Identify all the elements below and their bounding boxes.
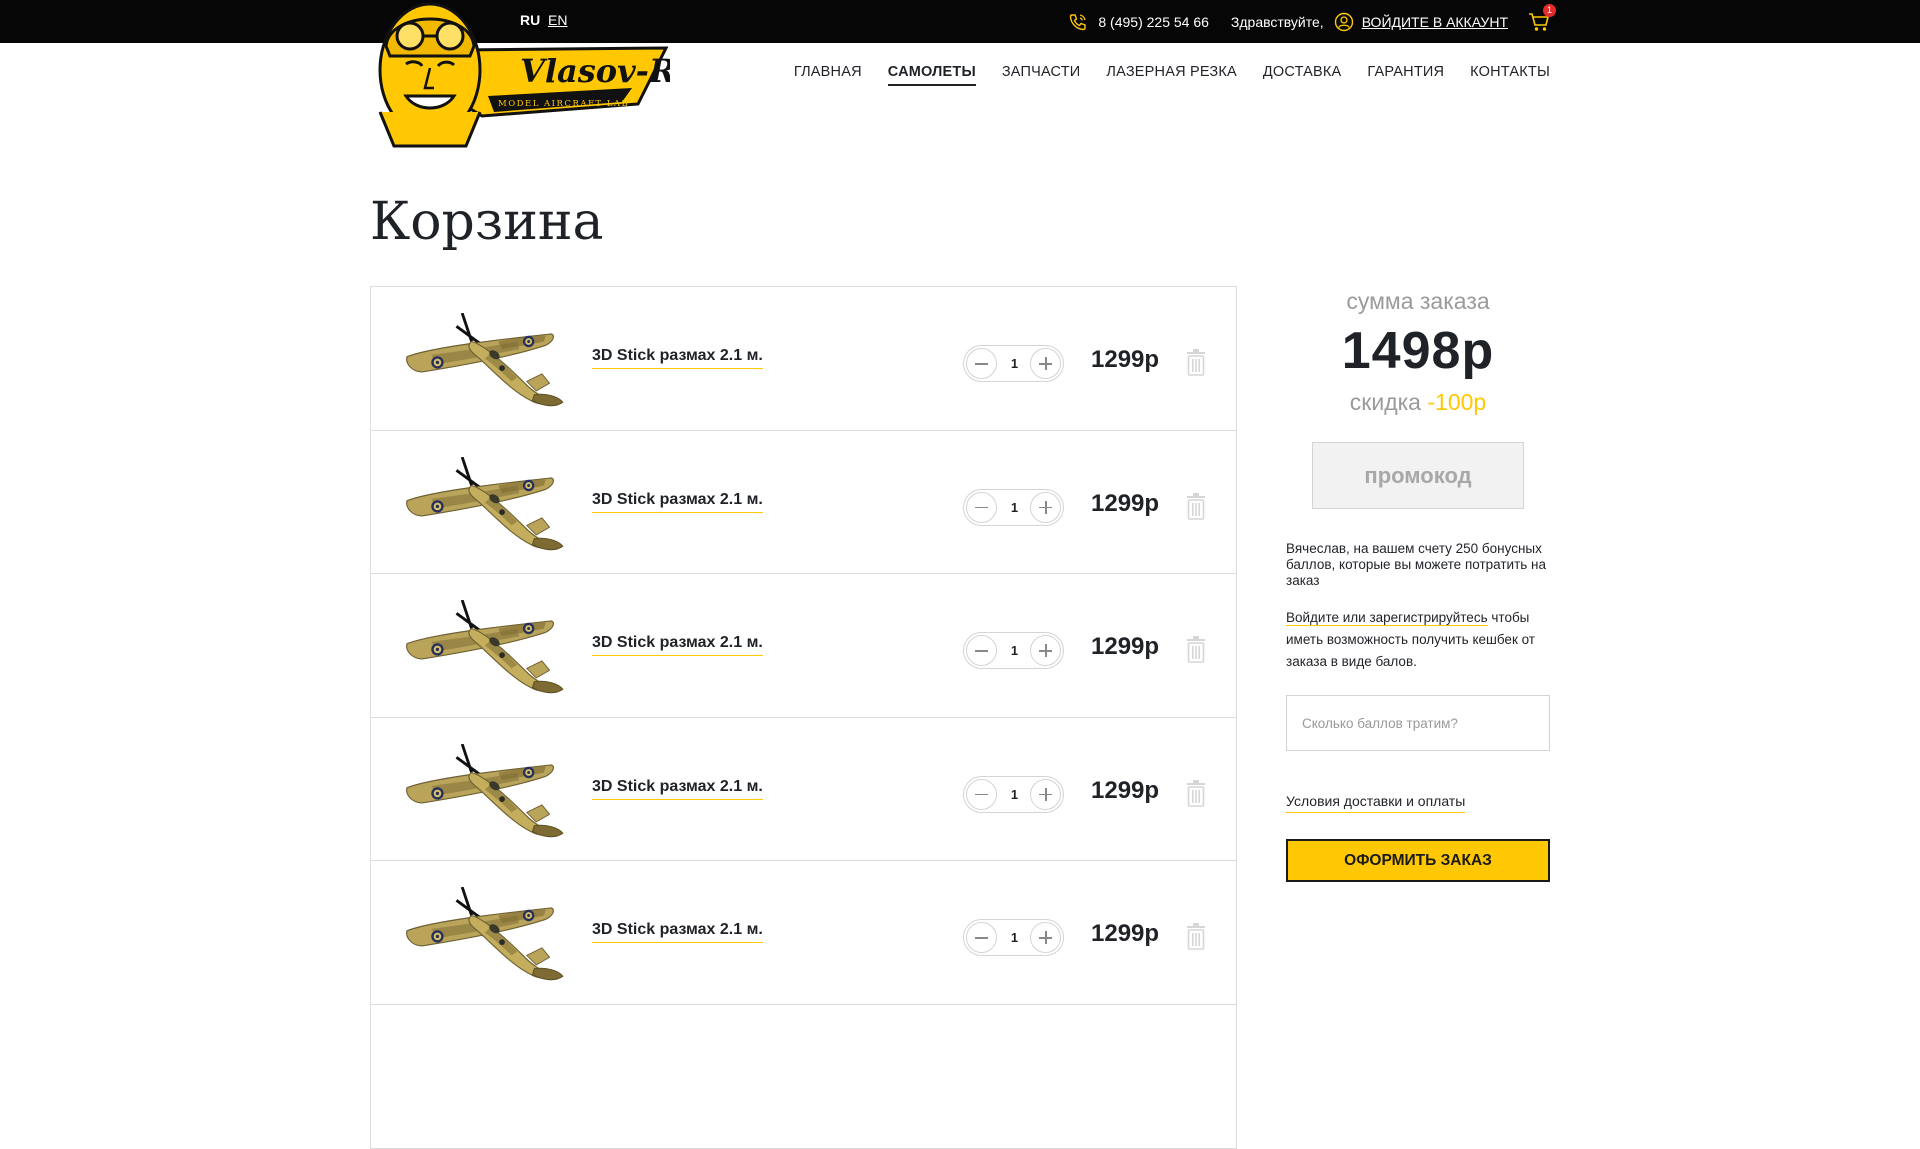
user-icon bbox=[1334, 12, 1353, 31]
promo-code-button[interactable]: промокод bbox=[1312, 442, 1524, 509]
decrease-quantity-button[interactable] bbox=[966, 922, 997, 953]
decrease-quantity-button[interactable] bbox=[966, 635, 997, 666]
increase-quantity-button[interactable] bbox=[1030, 491, 1061, 523]
quantity-input[interactable] bbox=[1000, 346, 1029, 381]
order-total-label: сумма заказа bbox=[1346, 288, 1490, 314]
product-image[interactable] bbox=[399, 887, 569, 982]
greeting-text: Здравствуйте, bbox=[1230, 13, 1324, 30]
quantity-input[interactable] bbox=[1000, 776, 1029, 812]
top-right-bar: 8 (495) 225 54 66 Здравствуйте, ВОЙДИТЕ … bbox=[1068, 0, 1556, 43]
item-price: 1299р bbox=[1091, 489, 1160, 517]
item-price: 1299р bbox=[1091, 346, 1160, 373]
nav-item-warranty[interactable]: ГАРАНТИЯ bbox=[1367, 64, 1444, 86]
cart-item-row: 3D Stick размах 2.1 м. 1299р bbox=[371, 431, 1236, 574]
quantity-stepper bbox=[963, 919, 1064, 956]
trash-icon[interactable] bbox=[1185, 779, 1207, 807]
quantity-stepper bbox=[963, 488, 1064, 526]
logo-brand-text: Vlasov-RC bbox=[520, 52, 670, 90]
trash-icon[interactable] bbox=[1185, 492, 1207, 520]
discount-label: скидка bbox=[1349, 389, 1421, 415]
nav-item-planes[interactable]: САМОЛЕТЫ bbox=[887, 64, 976, 86]
cashback-login-info: Войдите или зарегистрируйтесь чтобы имет… bbox=[1286, 607, 1550, 673]
cart-item-row: 3D Stick размах 2.1 м. 1299р bbox=[371, 718, 1236, 861]
cart-item-row-partial bbox=[371, 1005, 1236, 1149]
discount-line: скидка -100р bbox=[1286, 389, 1550, 416]
delivery-terms-link[interactable]: Условия доставки и оплаты bbox=[1286, 793, 1466, 813]
product-name-link[interactable]: 3D Stick размах 2.1 м. bbox=[592, 921, 763, 943]
quantity-stepper bbox=[963, 345, 1064, 382]
quantity-input[interactable] bbox=[1000, 489, 1029, 525]
product-name-link[interactable]: 3D Stick размах 2.1 м. bbox=[592, 347, 763, 369]
login-register-link[interactable]: Войдите или зарегистрируйтесь bbox=[1286, 610, 1488, 626]
product-image[interactable] bbox=[399, 743, 569, 839]
product-image[interactable] bbox=[399, 456, 569, 552]
product-name-link[interactable]: 3D Stick размах 2.1 м. bbox=[592, 634, 763, 656]
nav-item-contacts[interactable]: КОНТАКТЫ bbox=[1470, 64, 1550, 86]
cart-items-list: 3D Stick размах 2.1 м. 1299р 3D Stick ра… bbox=[370, 286, 1237, 1149]
page-title: Корзина bbox=[370, 192, 604, 252]
trash-icon[interactable] bbox=[1185, 923, 1207, 950]
trash-icon[interactable] bbox=[1185, 636, 1207, 663]
quantity-input[interactable] bbox=[1000, 633, 1029, 668]
decrease-quantity-button[interactable] bbox=[966, 348, 997, 379]
bonus-points-info: Вячеслав, на вашем счету 250 бонусных ба… bbox=[1286, 541, 1547, 588]
increase-quantity-button[interactable] bbox=[1030, 922, 1061, 953]
increase-quantity-button[interactable] bbox=[1030, 778, 1061, 810]
item-price: 1299р bbox=[1091, 920, 1160, 947]
item-price: 1299р bbox=[1091, 633, 1160, 660]
nav-item-parts[interactable]: ЗАПЧАСТИ bbox=[1002, 64, 1081, 86]
product-name-link[interactable]: 3D Stick размах 2.1 м. bbox=[592, 491, 763, 513]
quantity-stepper bbox=[963, 775, 1064, 813]
cart-item-row: 3D Stick размах 2.1 м. 1299р bbox=[371, 287, 1236, 431]
order-summary: сумма заказа 1498р скидка -100р промокод… bbox=[1286, 286, 1550, 882]
product-image[interactable] bbox=[399, 600, 569, 695]
item-price: 1299р bbox=[1091, 776, 1160, 804]
bonus-points-input[interactable] bbox=[1286, 695, 1550, 751]
quantity-stepper bbox=[963, 632, 1064, 669]
login-link[interactable]: ВОЙДИТЕ В АККАУНТ bbox=[1362, 14, 1508, 30]
decrease-quantity-button[interactable] bbox=[966, 778, 997, 810]
quantity-input[interactable] bbox=[1000, 920, 1029, 955]
discount-value: -100р bbox=[1427, 389, 1487, 415]
top-bar: RU EN 8 (495) 225 54 66 Здравствуйте, ВО… bbox=[0, 0, 1920, 43]
increase-quantity-button[interactable] bbox=[1030, 348, 1061, 379]
site-logo[interactable]: Vlasov-RC MODEL AIRCRAFT LAB bbox=[370, 0, 670, 150]
product-image[interactable] bbox=[399, 313, 569, 408]
cart-count-badge: 1 bbox=[1543, 3, 1556, 17]
checkout-button[interactable]: ОФОРМИТЬ ЗАКАЗ bbox=[1286, 839, 1550, 882]
nav-item-laser-cutting[interactable]: ЛАЗЕРНАЯ РЕЗКА bbox=[1106, 64, 1236, 86]
main-nav: ГЛАВНАЯ САМОЛЕТЫ ЗАПЧАСТИ ЛАЗЕРНАЯ РЕЗКА… bbox=[794, 64, 1550, 86]
phone-number[interactable]: 8 (495) 225 54 66 bbox=[1098, 14, 1209, 30]
cart-item-row: 3D Stick размах 2.1 м. 1299р bbox=[371, 861, 1236, 1005]
product-name-link[interactable]: 3D Stick размах 2.1 м. bbox=[592, 778, 763, 800]
trash-icon[interactable] bbox=[1185, 349, 1207, 376]
cart-item-row: 3D Stick размах 2.1 м. 1299р bbox=[371, 574, 1236, 718]
phone-icon bbox=[1070, 13, 1087, 30]
cart-button[interactable]: 1 bbox=[1528, 3, 1556, 33]
decrease-quantity-button[interactable] bbox=[966, 491, 997, 523]
order-total-value: 1498р bbox=[1341, 322, 1495, 380]
logo-tagline: MODEL AIRCRAFT LAB bbox=[498, 99, 629, 109]
nav-item-home[interactable]: ГЛАВНАЯ bbox=[794, 64, 862, 86]
nav-item-delivery[interactable]: ДОСТАВКА bbox=[1263, 64, 1342, 86]
increase-quantity-button[interactable] bbox=[1030, 635, 1061, 666]
